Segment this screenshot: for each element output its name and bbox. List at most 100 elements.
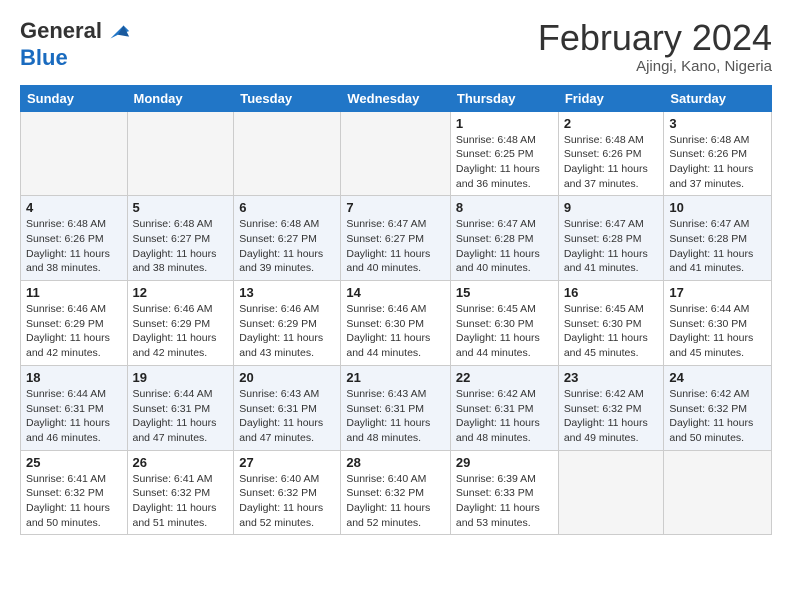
day-number: 1 xyxy=(456,116,553,131)
day-info: Sunrise: 6:46 AM Sunset: 6:30 PM Dayligh… xyxy=(346,302,445,361)
calendar-cell: 4 Sunrise: 6:48 AM Sunset: 6:26 PM Daylig… xyxy=(21,196,128,281)
calendar-cell: 6 Sunrise: 6:48 AM Sunset: 6:27 PM Daylig… xyxy=(234,196,341,281)
calendar-cell: 9Sunrise: 6:47 AM Sunset: 6:28 PM Daylig… xyxy=(558,196,664,281)
day-info: Sunrise: 6:39 AM Sunset: 6:33 PM Dayligh… xyxy=(456,472,553,531)
day-info: Sunrise: 6:44 AM Sunset: 6:30 PM Dayligh… xyxy=(669,302,766,361)
day-info: Sunrise: 6:41 AM Sunset: 6:32 PM Dayligh… xyxy=(26,472,122,531)
day-number: 11 xyxy=(26,285,122,300)
day-number: 3 xyxy=(669,116,766,131)
day-info: Sunrise: 6:46 AM Sunset: 6:29 PM Dayligh… xyxy=(133,302,229,361)
weekday-header-thursday: Thursday xyxy=(450,85,558,111)
logo: General Blue xyxy=(20,18,132,70)
day-number: 6 xyxy=(239,200,335,215)
calendar-week-row: 25 Sunrise: 6:41 AM Sunset: 6:32 PM Dayli… xyxy=(21,450,772,535)
calendar-cell: 28 Sunrise: 6:40 AM Sunset: 6:32 PM Dayli… xyxy=(341,450,451,535)
day-number: 8 xyxy=(456,200,553,215)
day-info: Sunrise: 6:47 AM Sunset: 6:28 PM Dayligh… xyxy=(456,217,553,276)
day-info: Sunrise: 6:45 AM Sunset: 6:30 PM Dayligh… xyxy=(564,302,659,361)
day-info: Sunrise: 6:42 AM Sunset: 6:32 PM Dayligh… xyxy=(564,387,659,446)
calendar-cell: 21 Sunrise: 6:43 AM Sunset: 6:31 PM Dayli… xyxy=(341,365,451,450)
calendar-cell xyxy=(341,111,451,196)
day-info: Sunrise: 6:46 AM Sunset: 6:29 PM Dayligh… xyxy=(26,302,122,361)
day-number: 2 xyxy=(564,116,659,131)
calendar-cell: 10 Sunrise: 6:47 AM Sunset: 6:28 PM Dayli… xyxy=(664,196,772,281)
day-number: 4 xyxy=(26,200,122,215)
calendar-cell: 17 Sunrise: 6:44 AM Sunset: 6:30 PM Dayli… xyxy=(664,281,772,366)
month-title: February 2024 xyxy=(538,18,772,58)
calendar-cell: 7 Sunrise: 6:47 AM Sunset: 6:27 PM Daylig… xyxy=(341,196,451,281)
weekday-header-sunday: Sunday xyxy=(21,85,128,111)
day-info: Sunrise: 6:42 AM Sunset: 6:32 PM Dayligh… xyxy=(669,387,766,446)
day-number: 27 xyxy=(239,455,335,470)
day-number: 10 xyxy=(669,200,766,215)
day-number: 25 xyxy=(26,455,122,470)
day-info: Sunrise: 6:48 AM Sunset: 6:26 PM Dayligh… xyxy=(26,217,122,276)
calendar-cell: 27 Sunrise: 6:40 AM Sunset: 6:32 PM Dayli… xyxy=(234,450,341,535)
logo-general: General xyxy=(20,18,102,43)
day-number: 20 xyxy=(239,370,335,385)
calendar-table: SundayMondayTuesdayWednesdayThursdayFrid… xyxy=(20,85,772,536)
day-info: Sunrise: 6:42 AM Sunset: 6:31 PM Dayligh… xyxy=(456,387,553,446)
calendar-cell: 18 Sunrise: 6:44 AM Sunset: 6:31 PM Dayli… xyxy=(21,365,128,450)
calendar-cell: 22 Sunrise: 6:42 AM Sunset: 6:31 PM Dayli… xyxy=(450,365,558,450)
calendar-cell: 25 Sunrise: 6:41 AM Sunset: 6:32 PM Dayli… xyxy=(21,450,128,535)
day-number: 28 xyxy=(346,455,445,470)
calendar-cell: 19 Sunrise: 6:44 AM Sunset: 6:31 PM Dayli… xyxy=(127,365,234,450)
day-info: Sunrise: 6:48 AM Sunset: 6:27 PM Dayligh… xyxy=(239,217,335,276)
day-number: 7 xyxy=(346,200,445,215)
day-info: Sunrise: 6:47 AM Sunset: 6:28 PM Dayligh… xyxy=(669,217,766,276)
day-number: 21 xyxy=(346,370,445,385)
day-number: 24 xyxy=(669,370,766,385)
day-info: Sunrise: 6:44 AM Sunset: 6:31 PM Dayligh… xyxy=(26,387,122,446)
day-number: 16 xyxy=(564,285,659,300)
calendar-cell xyxy=(234,111,341,196)
weekday-header-wednesday: Wednesday xyxy=(341,85,451,111)
day-number: 23 xyxy=(564,370,659,385)
day-number: 17 xyxy=(669,285,766,300)
calendar-cell: 24 Sunrise: 6:42 AM Sunset: 6:32 PM Dayli… xyxy=(664,365,772,450)
calendar-cell: 23 Sunrise: 6:42 AM Sunset: 6:32 PM Dayli… xyxy=(558,365,664,450)
day-number: 9 xyxy=(564,200,659,215)
day-number: 14 xyxy=(346,285,445,300)
day-number: 22 xyxy=(456,370,553,385)
day-number: 18 xyxy=(26,370,122,385)
day-info: Sunrise: 6:48 AM Sunset: 6:27 PM Dayligh… xyxy=(133,217,229,276)
day-info: Sunrise: 6:48 AM Sunset: 6:26 PM Dayligh… xyxy=(669,133,766,192)
calendar-cell: 12Sunrise: 6:46 AM Sunset: 6:29 PM Dayli… xyxy=(127,281,234,366)
calendar-cell xyxy=(664,450,772,535)
day-info: Sunrise: 6:47 AM Sunset: 6:27 PM Dayligh… xyxy=(346,217,445,276)
calendar-cell: 3 Sunrise: 6:48 AM Sunset: 6:26 PM Daylig… xyxy=(664,111,772,196)
day-info: Sunrise: 6:48 AM Sunset: 6:26 PM Dayligh… xyxy=(564,133,659,192)
day-number: 26 xyxy=(133,455,229,470)
calendar-cell xyxy=(127,111,234,196)
title-area: February 2024 Ajingi, Kano, Nigeria xyxy=(538,18,772,75)
day-info: Sunrise: 6:46 AM Sunset: 6:29 PM Dayligh… xyxy=(239,302,335,361)
day-info: Sunrise: 6:40 AM Sunset: 6:32 PM Dayligh… xyxy=(346,472,445,531)
calendar-cell: 8 Sunrise: 6:47 AM Sunset: 6:28 PM Daylig… xyxy=(450,196,558,281)
day-info: Sunrise: 6:48 AM Sunset: 6:25 PM Dayligh… xyxy=(456,133,553,192)
calendar-cell: 14 Sunrise: 6:46 AM Sunset: 6:30 PM Dayli… xyxy=(341,281,451,366)
calendar-cell: 2 Sunrise: 6:48 AM Sunset: 6:26 PM Daylig… xyxy=(558,111,664,196)
calendar-cell: 16 Sunrise: 6:45 AM Sunset: 6:30 PM Dayli… xyxy=(558,281,664,366)
day-number: 5 xyxy=(133,200,229,215)
logo-blue: Blue xyxy=(20,45,68,70)
day-info: Sunrise: 6:43 AM Sunset: 6:31 PM Dayligh… xyxy=(346,387,445,446)
location: Ajingi, Kano, Nigeria xyxy=(538,58,772,75)
day-number: 29 xyxy=(456,455,553,470)
calendar-cell: 11 Sunrise: 6:46 AM Sunset: 6:29 PM Dayli… xyxy=(21,281,128,366)
day-info: Sunrise: 6:44 AM Sunset: 6:31 PM Dayligh… xyxy=(133,387,229,446)
calendar-week-row: 1 Sunrise: 6:48 AM Sunset: 6:25 PM Daylig… xyxy=(21,111,772,196)
weekday-header-friday: Friday xyxy=(558,85,664,111)
calendar-week-row: 18 Sunrise: 6:44 AM Sunset: 6:31 PM Dayli… xyxy=(21,365,772,450)
calendar-cell xyxy=(21,111,128,196)
weekday-header-monday: Monday xyxy=(127,85,234,111)
calendar-cell: 13Sunrise: 6:46 AM Sunset: 6:29 PM Dayli… xyxy=(234,281,341,366)
page: General Blue February 2024 Ajingi, Kano,… xyxy=(0,0,792,545)
calendar-cell: 1 Sunrise: 6:48 AM Sunset: 6:25 PM Daylig… xyxy=(450,111,558,196)
day-number: 19 xyxy=(133,370,229,385)
calendar-cell xyxy=(558,450,664,535)
calendar-week-row: 11 Sunrise: 6:46 AM Sunset: 6:29 PM Dayli… xyxy=(21,281,772,366)
day-info: Sunrise: 6:40 AM Sunset: 6:32 PM Dayligh… xyxy=(239,472,335,531)
calendar-cell: 29 Sunrise: 6:39 AM Sunset: 6:33 PM Dayli… xyxy=(450,450,558,535)
calendar-cell: 20Sunrise: 6:43 AM Sunset: 6:31 PM Dayli… xyxy=(234,365,341,450)
